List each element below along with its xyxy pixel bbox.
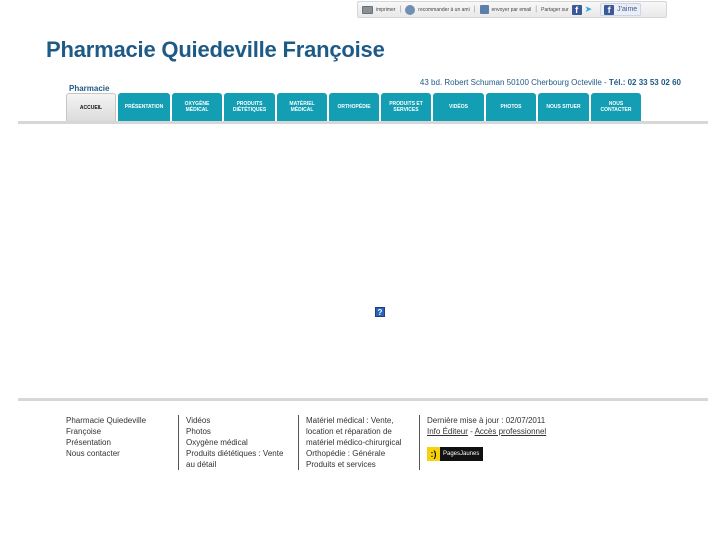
site-title[interactable]: Pharmacie Quiedeville Françoise xyxy=(46,37,385,63)
footer-link-materiel[interactable]: Matériel médical : Vente, location et ré… xyxy=(306,415,411,448)
broken-plugin-icon[interactable]: ? xyxy=(375,307,385,317)
footer-col-2: Vidéos Photos Oxygène médical Produits d… xyxy=(178,415,298,470)
tab-presentation[interactable]: PRÉSENTATION xyxy=(118,93,170,121)
footer: Pharmacie Quiedeville Françoise Présenta… xyxy=(66,415,559,470)
contact-address: 43 bd. Robert Schuman 50100 Cherbourg Oc… xyxy=(420,78,681,87)
share-on: Partager sur f ➤ xyxy=(541,4,592,15)
smiley-icon: :) xyxy=(427,447,440,461)
twitter-icon[interactable]: ➤ xyxy=(585,4,593,15)
address-text: 43 bd. Robert Schuman 50100 Cherbourg Oc… xyxy=(419,78,609,87)
send-email-link[interactable]: envoyer par email xyxy=(479,5,532,14)
footer-link-home[interactable]: Pharmacie Quiedeville Françoise xyxy=(66,415,170,437)
footer-link-produits-services[interactable]: Produits et services xyxy=(306,459,411,470)
tab-oxygene-medical[interactable]: OXYGÈNE MÉDICAL xyxy=(172,93,222,121)
tab-photos[interactable]: PHOTOS xyxy=(486,93,536,121)
footer-link-presentation[interactable]: Présentation xyxy=(66,437,170,448)
footer-link-photos[interactable]: Photos xyxy=(186,426,290,437)
like-label: J'aime xyxy=(617,6,638,13)
main-nav: ACCUEIL PRÉSENTATION OXYGÈNE MÉDICAL PRO… xyxy=(66,93,641,121)
footer-divider xyxy=(18,398,708,401)
tab-accueil[interactable]: ACCUEIL xyxy=(66,93,116,121)
pages-jaunes-label: PagesJaunes xyxy=(443,450,480,457)
footer-col-1: Pharmacie Quiedeville Françoise Présenta… xyxy=(66,415,178,470)
footer-link-orthopedie[interactable]: Orthopédie : Générale xyxy=(306,448,411,459)
facebook-like-button[interactable]: f J'aime xyxy=(600,3,642,16)
tab-orthopedie[interactable]: ORTHOPÉDIE xyxy=(329,93,379,121)
footer-link-oxygene[interactable]: Oxygène médical xyxy=(186,437,290,448)
footer-col-3: Matériel médical : Vente, location et ré… xyxy=(298,415,419,470)
pages-jaunes-logo[interactable]: :) PagesJaunes xyxy=(427,447,484,461)
share-toolbar: imprimer | recommander à un ami | envoye… xyxy=(357,1,667,18)
tab-videos[interactable]: VIDÉOS xyxy=(433,93,484,121)
nav-divider xyxy=(18,121,708,124)
printer-icon xyxy=(362,5,373,14)
email-icon xyxy=(479,5,489,14)
recommend-label: recommander à un ami xyxy=(418,6,470,13)
footer-link-produits-dietetiques[interactable]: Produits diététiques : Vente au détail xyxy=(186,448,290,470)
tab-nous-situer[interactable]: NOUS SITUER xyxy=(538,93,589,121)
footer-links: Info Éditeur - Accès professionnel xyxy=(427,426,551,437)
tab-nous-contacter[interactable]: NOUS CONTACTER xyxy=(591,93,641,121)
separator: | xyxy=(473,6,476,13)
recommend-link[interactable]: recommander à un ami xyxy=(405,4,470,15)
tab-produits-dietetiques[interactable]: PRODUITS DIÉTÉTIQUES xyxy=(224,93,275,121)
brand-label: Pharmacie xyxy=(69,84,110,93)
link-separator: - xyxy=(467,427,475,436)
tel-number: 02 33 53 02 60 xyxy=(627,78,681,87)
separator: | xyxy=(399,6,402,13)
last-update: Dernière mise à jour : 02/07/2011 xyxy=(427,416,546,425)
footer-link-videos[interactable]: Vidéos xyxy=(186,415,290,426)
share-label: Partager sur xyxy=(541,6,569,13)
print-label: imprimer xyxy=(376,6,396,13)
separator: | xyxy=(535,6,538,13)
tel-label: Tél.: xyxy=(608,78,626,87)
facebook-icon[interactable]: f xyxy=(571,4,582,15)
footer-col-4: Dernière mise à jour : 02/07/2011 Info É… xyxy=(419,415,559,470)
footer-link-contact[interactable]: Nous contacter xyxy=(66,448,170,459)
send-label: envoyer par email xyxy=(491,6,532,13)
info-editeur-link[interactable]: Info Éditeur xyxy=(427,427,468,436)
tab-materiel-medical[interactable]: MATÉRIEL MÉDICAL xyxy=(277,93,327,121)
recommend-icon xyxy=(405,4,416,15)
print-link[interactable]: imprimer xyxy=(362,5,396,14)
tab-produits-services[interactable]: PRODUITS ET SERVICES xyxy=(381,93,431,121)
acces-pro-link[interactable]: Accès professionnel xyxy=(475,427,547,436)
facebook-icon: f xyxy=(604,4,615,15)
